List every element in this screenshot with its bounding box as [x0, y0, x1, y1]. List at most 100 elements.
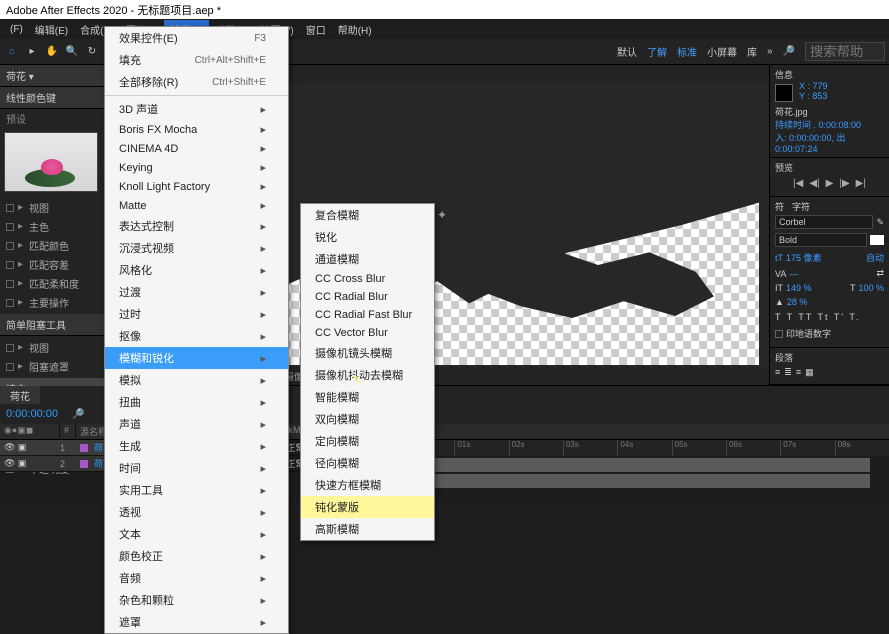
menu-item[interactable]: 模拟	[105, 369, 288, 391]
menu-edit[interactable]: 编辑(E)	[29, 20, 74, 39]
leading-auto[interactable]: 自动	[866, 251, 884, 264]
menu-item[interactable]: 过渡	[105, 281, 288, 303]
property-row[interactable]: 匹配柔和度	[4, 274, 100, 293]
submenu-item[interactable]: 快速方框模糊	[301, 474, 434, 496]
baseline-value[interactable]: 28 %	[787, 297, 808, 307]
next-frame-icon[interactable]: |▶	[839, 178, 849, 189]
menu-item[interactable]: 全部移除(R)Ctrl+Shift+E	[105, 71, 288, 93]
play-icon[interactable]: ▶	[826, 178, 834, 189]
workspace-small[interactable]: 小屏幕	[707, 44, 737, 59]
menu-item[interactable]: 时间	[105, 457, 288, 479]
align-right-icon[interactable]: ≡	[796, 367, 801, 378]
submenu-item[interactable]: CC Cross Blur	[301, 270, 434, 288]
workspace-default[interactable]: 默认	[617, 44, 637, 59]
menu-help[interactable]: 帮助(H)	[332, 20, 378, 39]
hindi-checkbox[interactable]	[775, 330, 783, 338]
menu-item[interactable]: 颜色校正	[105, 545, 288, 567]
menu-item[interactable]: 风格化	[105, 259, 288, 281]
char-tab[interactable]: 符	[775, 200, 784, 213]
menu-item[interactable]: 表达式控制	[105, 215, 288, 237]
submenu-item[interactable]: 摄像机抖动去模糊	[301, 364, 434, 386]
submenu-item[interactable]: 高斯模糊	[301, 518, 434, 540]
goto-end-icon[interactable]: ▶|	[856, 178, 866, 189]
vscale-value[interactable]: 100 %	[858, 283, 884, 293]
preview-panel-header[interactable]: 预览	[775, 161, 884, 174]
submenu-item[interactable]: 智能模糊	[301, 386, 434, 408]
selection-tool-icon[interactable]: ▸	[24, 44, 40, 60]
menu-item[interactable]: Boris FX Mocha	[105, 120, 288, 139]
submenu-item[interactable]: 径向模糊	[301, 452, 434, 474]
submenu-item[interactable]: CC Radial Blur	[301, 288, 434, 306]
menu-item[interactable]: 音频	[105, 567, 288, 589]
workspace-learn[interactable]: 了解	[647, 44, 667, 59]
layer-bar-2[interactable]	[410, 474, 870, 488]
hand-tool-icon[interactable]: ✋	[44, 44, 60, 60]
text-style-buttons[interactable]: T T TT Tt T' T.	[775, 309, 884, 325]
home-icon[interactable]: ⌂	[4, 44, 20, 60]
property-row[interactable]: 主色	[4, 217, 100, 236]
font-size-value[interactable]: 175 像素	[786, 251, 822, 264]
effect-controls-tab[interactable]: 荷花 ▾	[0, 65, 104, 87]
property-row[interactable]: 主要操作	[4, 293, 100, 312]
para-tab[interactable]: 字符	[792, 200, 810, 213]
menu-item[interactable]: 声道	[105, 413, 288, 435]
font-select[interactable]: Corbel	[775, 215, 873, 229]
timeline-search-icon[interactable]: 🔎	[72, 409, 84, 420]
menu-item[interactable]: 沉浸式视频	[105, 237, 288, 259]
paragraph-panel-header[interactable]: 段落	[775, 351, 884, 364]
submenu-item[interactable]: 摄像机镜头模糊	[301, 342, 434, 364]
align-left-icon[interactable]: ≡	[775, 367, 780, 378]
property-row[interactable]: 视图	[4, 338, 100, 357]
goto-start-icon[interactable]: |◀	[793, 178, 803, 189]
prev-frame-icon[interactable]: ◀|	[809, 178, 819, 189]
fill-swatch[interactable]	[870, 235, 884, 245]
justify-icon[interactable]: ▦	[805, 367, 814, 378]
menu-item[interactable]: 3D 声道	[105, 98, 288, 120]
info-panel-header[interactable]: 信息	[775, 68, 884, 81]
menu-item[interactable]: 抠像	[105, 325, 288, 347]
simple-choker-header[interactable]: 简单阻塞工具	[0, 314, 104, 336]
submenu-item[interactable]: CC Radial Fast Blur	[301, 306, 434, 324]
submenu-item[interactable]: 通道模糊	[301, 248, 434, 270]
property-row[interactable]: 匹配容差	[4, 255, 100, 274]
submenu-item[interactable]: 复合模糊	[301, 204, 434, 226]
zoom-tool-icon[interactable]: 🔍	[64, 44, 80, 60]
menu-window[interactable]: 窗口	[300, 20, 332, 39]
timeline-comp-tab[interactable]: 荷花	[0, 386, 40, 405]
search-input[interactable]	[805, 42, 885, 61]
menu-file[interactable]: (F)	[4, 22, 29, 37]
search-icon[interactable]: 🔎	[783, 46, 795, 57]
menu-item[interactable]: 效果控件(E)F3	[105, 27, 288, 49]
workspace-standard[interactable]: 标准	[677, 44, 697, 59]
menu-item[interactable]: Knoll Light Factory	[105, 177, 288, 196]
menu-item[interactable]: Matte	[105, 196, 288, 215]
font-weight-select[interactable]: Bold	[775, 233, 867, 247]
property-row[interactable]: 匹配颜色	[4, 236, 100, 255]
layer-bar-1[interactable]	[410, 458, 870, 472]
align-center-icon[interactable]: ≣	[784, 367, 792, 378]
menu-item[interactable]: 实用工具	[105, 479, 288, 501]
menu-item[interactable]: 生成	[105, 435, 288, 457]
menu-item[interactable]: 填充Ctrl+Alt+Shift+E	[105, 49, 288, 71]
submenu-item[interactable]: 钝化蒙版	[301, 496, 434, 518]
hscale-value[interactable]: 149 %	[786, 283, 812, 293]
workspace-library[interactable]: 库	[747, 44, 757, 59]
menu-item[interactable]: 透视	[105, 501, 288, 523]
menu-item[interactable]: 遮罩	[105, 611, 288, 633]
menu-item[interactable]: 过时	[105, 303, 288, 325]
submenu-item[interactable]: CC Vector Blur	[301, 324, 434, 342]
timeline-timecode[interactable]: 0:00:00:00	[6, 408, 58, 420]
property-row[interactable]: 阻塞遮罩	[4, 357, 100, 376]
submenu-item[interactable]: 定向模糊	[301, 430, 434, 452]
menu-item[interactable]: 文本	[105, 523, 288, 545]
menu-item[interactable]: 杂色和颗粒	[105, 589, 288, 611]
submenu-item[interactable]: 锐化	[301, 226, 434, 248]
menu-item[interactable]: CINEMA 4D	[105, 139, 288, 158]
eyedropper-icon[interactable]: ✎	[876, 217, 884, 228]
linear-color-key-header[interactable]: 线性颜色键	[0, 87, 104, 109]
rotate-tool-icon[interactable]: ↻	[84, 44, 100, 60]
submenu-item[interactable]: 双向模糊	[301, 408, 434, 430]
workspace-more-icon[interactable]: »	[767, 46, 773, 57]
menu-item[interactable]: 扭曲	[105, 391, 288, 413]
menu-item[interactable]: 模糊和锐化	[105, 347, 288, 369]
